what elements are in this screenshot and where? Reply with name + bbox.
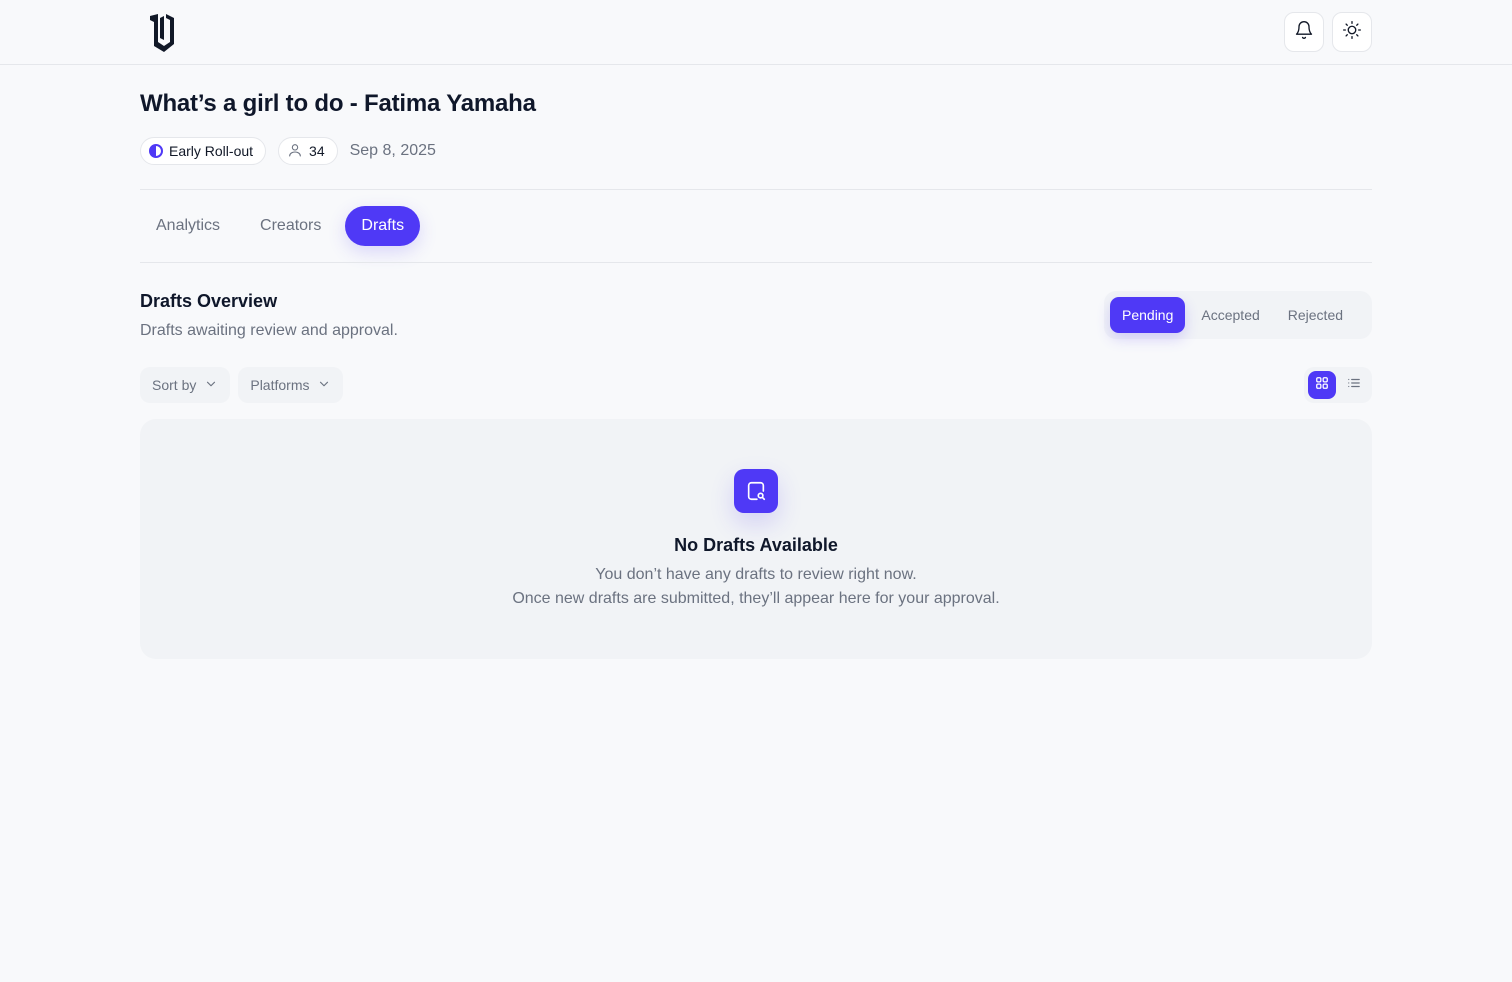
creators-count: 34 — [309, 143, 325, 159]
tab-bar: Analytics Creators Drafts — [140, 206, 421, 246]
top-bar — [0, 0, 1512, 65]
theme-toggle-button[interactable] — [1332, 12, 1372, 52]
grid-view-button[interactable] — [1308, 371, 1336, 399]
empty-state-title: No Drafts Available — [674, 535, 838, 555]
platforms-dropdown[interactable]: Platforms — [238, 367, 344, 403]
divider — [140, 262, 1372, 263]
empty-state: No Drafts Available You don’t have any d… — [140, 419, 1372, 659]
sort-by-label: Sort by — [152, 377, 197, 393]
half-circle-icon — [149, 144, 163, 158]
bell-icon — [1294, 20, 1314, 45]
campaign-meta: Early Roll-out 34 Sep 8, 2025 — [140, 137, 436, 165]
status-accepted-button[interactable]: Accepted — [1189, 297, 1271, 333]
view-mode-toggle — [1304, 367, 1372, 403]
brand-logo-icon[interactable] — [144, 12, 176, 52]
tab-drafts[interactable]: Drafts — [345, 206, 421, 246]
sort-by-dropdown[interactable]: Sort by — [140, 367, 231, 403]
tab-creators[interactable]: Creators — [244, 206, 337, 246]
creators-count-badge: 34 — [278, 137, 338, 165]
empty-state-message: Once new drafts are submitted, they’ll a… — [512, 590, 1000, 607]
status-pending-button[interactable]: Pending — [1110, 297, 1186, 333]
status-badge: Early Roll-out — [140, 137, 267, 165]
section-title: Drafts Overview — [140, 291, 278, 311]
document-search-icon — [734, 469, 778, 513]
user-icon — [287, 142, 303, 161]
section-subtitle: Drafts awaiting review and approval. — [140, 322, 398, 339]
chevron-down-icon — [204, 377, 218, 394]
filter-bar: Sort by Platforms — [140, 367, 344, 403]
platforms-label: Platforms — [250, 377, 310, 393]
status-badge-label: Early Roll-out — [169, 143, 254, 159]
status-rejected-button[interactable]: Rejected — [1276, 297, 1355, 333]
grid-icon — [1315, 376, 1329, 395]
list-icon — [1347, 376, 1361, 395]
chevron-down-icon — [317, 377, 331, 394]
campaign-date: Sep 8, 2025 — [349, 142, 436, 159]
notifications-button[interactable] — [1284, 12, 1324, 52]
list-view-button[interactable] — [1340, 371, 1368, 399]
page-title: What’s a girl to do - Fatima Yamaha — [140, 90, 536, 117]
tab-analytics[interactable]: Analytics — [140, 206, 236, 246]
sun-icon — [1342, 20, 1362, 45]
divider — [140, 189, 1372, 190]
draft-status-filter: Pending Accepted Rejected — [1104, 291, 1372, 339]
empty-state-message: You don’t have any drafts to review righ… — [595, 566, 917, 583]
